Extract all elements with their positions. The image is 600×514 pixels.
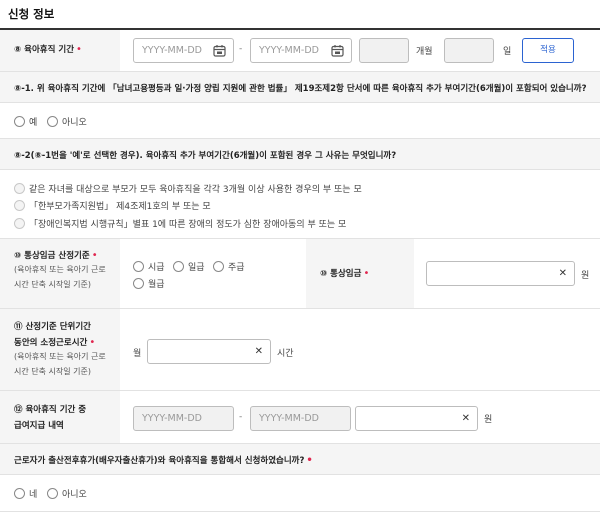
wage-unit: 원 <box>581 271 590 281</box>
payment-history-row: ⑫ 육아휴직 기간 중 급여지급 내역 YYYY-MM-DD - YYYY-MM… <box>0 391 600 444</box>
clear-icon[interactable]: ✕ <box>255 346 263 357</box>
question-8-1-text: ⑧-1. 위 육아휴직 기간에 「남녀고용평등과 일·가정 양립 지원에 관한 … <box>14 84 587 94</box>
leave-start-date-input[interactable]: YYYY-MM-DD <box>133 38 234 63</box>
days-unit: 일 <box>503 47 512 57</box>
leave-end-placeholder: YYYY-MM-DD <box>259 45 319 56</box>
reason-option-1[interactable]: 같은 자녀를 대상으로 부모가 모두 육아휴직을 각각 3개월 이상 사용한 경… <box>14 182 362 195</box>
radio-button[interactable] <box>14 116 25 127</box>
payment-amount-input[interactable]: ✕ <box>355 406 478 431</box>
months-unit: 개월 <box>416 47 433 57</box>
leave-start-placeholder: YYYY-MM-DD <box>142 45 202 56</box>
option-hourly[interactable]: 시급 <box>133 260 165 273</box>
radio-button[interactable] <box>14 488 25 499</box>
leave-end-date-input[interactable]: YYYY-MM-DD <box>250 38 352 63</box>
leave-months-input[interactable] <box>359 38 409 63</box>
working-hours-label: ⑪ 산정기준 단위기간 동안의 소정근로시간 • (육아휴직 또는 육아기 근로 … <box>0 309 120 390</box>
required-mark: • <box>76 44 82 55</box>
option-no[interactable]: 아니오 <box>47 487 87 500</box>
question-integrated-text: 근로자가 출산전후휴가(배우자출산휴가)와 육아휴직을 통합해서 신청하였습니까… <box>14 456 305 466</box>
month-prefix: 월 <box>133 349 142 359</box>
radio-button[interactable] <box>133 278 144 289</box>
calendar-icon[interactable] <box>213 44 226 57</box>
option-yes[interactable]: 네 <box>14 487 37 500</box>
question-8-2-options: 같은 자녀를 대상으로 부모가 모두 육아휴직을 각각 3개월 이상 사용한 경… <box>0 170 600 239</box>
option-daily[interactable]: 일급 <box>173 260 205 273</box>
question-8-2-text: ⑧-2(⑧-1번을 '예'로 선택한 경우). 육아휴직 추가 부여기간(6개월… <box>14 151 397 161</box>
leave-days-input[interactable] <box>444 38 494 63</box>
radio-button[interactable] <box>213 261 224 272</box>
section-title: 신청 정보 <box>8 7 55 21</box>
payment-start-date-input[interactable]: YYYY-MM-DD <box>133 406 234 431</box>
question-8-1: ⑧-1. 위 육아휴직 기간에 「남녀고용평등과 일·가정 양립 지원에 관한 … <box>0 72 600 103</box>
leave-period-label: ⑧ 육아휴직 기간 • <box>0 30 120 71</box>
radio-button[interactable] <box>133 261 144 272</box>
wage-basis-label: ⑩ 통상임금 산정기준 • (육아휴직 또는 육아기 근로 시간 단축 시작일 기… <box>0 239 120 308</box>
ordinary-wage-label: ⑩ 통상임금 • <box>306 239 414 308</box>
apply-button[interactable]: 적용 <box>522 38 574 63</box>
required-mark: • <box>306 455 313 466</box>
option-no[interactable]: 아니오 <box>47 115 87 128</box>
option-yes[interactable]: 예 <box>14 115 37 128</box>
date-range-dash: - <box>239 44 243 54</box>
hours-unit: 시간 <box>277 349 294 359</box>
question-integrated-options: 네 아니오 <box>0 475 600 512</box>
wage-basis-row: ⑩ 통상임금 산정기준 • (육아휴직 또는 육아기 근로 시간 단축 시작일 기… <box>0 239 600 309</box>
working-hours-input[interactable]: ✕ <box>147 339 271 364</box>
clear-icon[interactable]: ✕ <box>462 413 470 424</box>
option-weekly[interactable]: 주급 <box>213 260 245 273</box>
radio-button[interactable] <box>14 183 25 194</box>
question-8-1-options: 예 아니오 <box>0 103 600 139</box>
leave-period-row: ⑧ 육아휴직 기간 • YYYY-MM-DD - YYYY-MM-DD 개월 일 … <box>0 30 600 72</box>
required-mark: • <box>91 250 98 261</box>
payment-end-date-input[interactable]: YYYY-MM-DD <box>250 406 351 431</box>
clear-icon[interactable]: ✕ <box>559 268 567 279</box>
option-monthly[interactable]: 월급 <box>133 277 165 290</box>
payment-history-label: ⑫ 육아휴직 기간 중 급여지급 내역 <box>0 391 120 443</box>
required-mark: • <box>89 337 96 348</box>
date-range-dash: - <box>239 412 243 422</box>
radio-button[interactable] <box>47 116 58 127</box>
leave-period-label-text: ⑧ 육아휴직 기간 <box>14 45 75 55</box>
calendar-icon[interactable] <box>331 44 344 57</box>
question-8-2: ⑧-2(⑧-1번을 '예'로 선택한 경우). 육아휴직 추가 부여기간(6개월… <box>0 139 600 170</box>
radio-button[interactable] <box>47 488 58 499</box>
radio-button[interactable] <box>14 200 25 211</box>
reason-option-3[interactable]: 「장애인복지법 시행규칙」별표 1에 따른 장애의 정도가 심한 장애아동의 부… <box>14 217 346 230</box>
required-mark: • <box>363 268 370 279</box>
reason-option-2[interactable]: 「한부모가족지원법」 제4조제1호의 부 또는 모 <box>14 199 211 212</box>
question-integrated: 근로자가 출산전후휴가(배우자출산휴가)와 육아휴직을 통합해서 신청하였습니까… <box>0 444 600 475</box>
radio-button[interactable] <box>173 261 184 272</box>
radio-button[interactable] <box>14 218 25 229</box>
working-hours-row: ⑪ 산정기준 단위기간 동안의 소정근로시간 • (육아휴직 또는 육아기 근로 … <box>0 309 600 391</box>
ordinary-wage-input[interactable]: ✕ <box>426 261 575 286</box>
payment-unit: 원 <box>484 415 493 425</box>
